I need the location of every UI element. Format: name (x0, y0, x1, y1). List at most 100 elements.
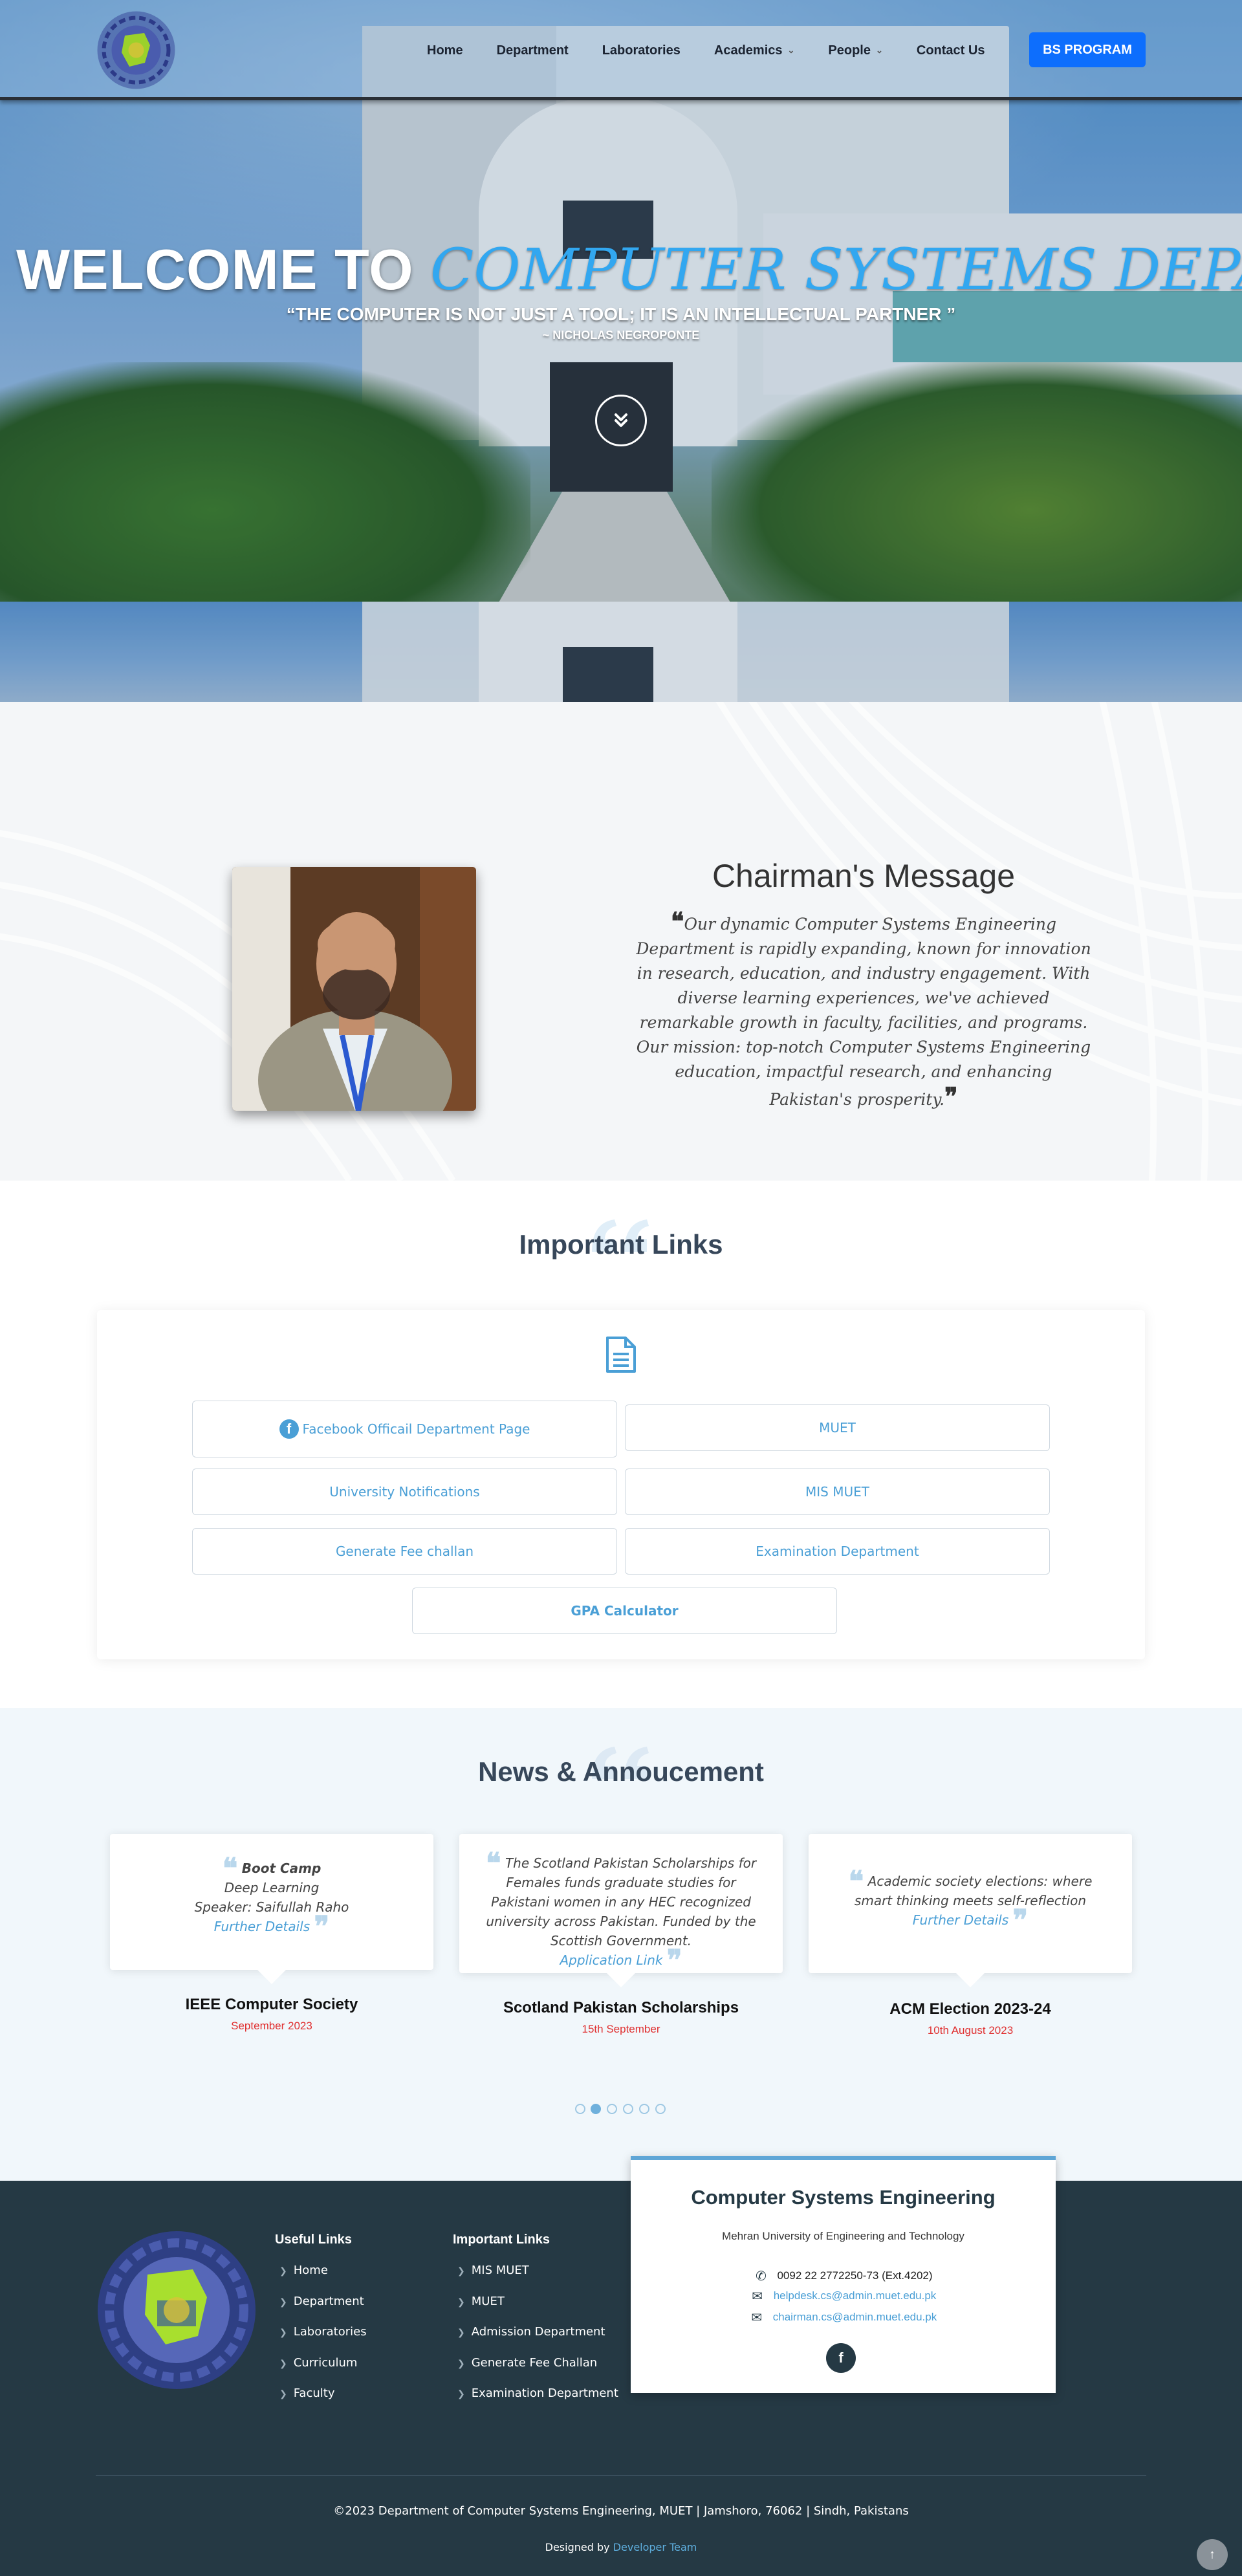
contact-email-helpdesk[interactable]: ✉ helpdesk.cs@admin.muet.edu.pk (631, 2289, 1056, 2304)
contact-title: Computer Systems Engineering (691, 2186, 996, 2209)
footer-link-curriculum[interactable]: ❯ Curriculum (279, 2356, 357, 2370)
chevron-down-icon: ⌄ (787, 45, 795, 55)
carousel-dot[interactable] (655, 2104, 666, 2114)
quote-open-icon: ❝ (671, 906, 684, 935)
news-card-title: IEEE Computer Society (185, 1996, 358, 2013)
footer-link-mis-muet[interactable]: ❯ MIS MUET (457, 2264, 529, 2277)
muet-logo[interactable] (96, 10, 177, 91)
news-section: News & Annoucement ❝ Boot Camp Deep Lear… (0, 1708, 1242, 2181)
footer-link-department[interactable]: ❯ Department (279, 2295, 364, 2308)
footer-link-home[interactable]: ❯ Home (279, 2264, 328, 2277)
carousel-dot[interactable] (575, 2104, 585, 2114)
chairman-message: ❝Our dynamic Computer Systems Engineerin… (636, 906, 1091, 1111)
chevron-right-icon: ❯ (279, 2328, 287, 2338)
footer-link-examination[interactable]: ❯ Examination Department (457, 2386, 618, 2400)
news-card-date: 15th September (582, 2023, 660, 2035)
chevron-right-icon: ❯ (457, 2389, 465, 2399)
gpa-calculator-link[interactable]: GPA Calculator (412, 1588, 837, 1634)
muet-link[interactable]: MUET (625, 1404, 1050, 1451)
developer-team-link[interactable]: Developer Team (613, 2541, 697, 2553)
important-links-title: Important Links (519, 1229, 723, 1260)
chevron-right-icon: ❯ (457, 2297, 465, 2308)
contact-subtitle: Mehran University of Engineering and Tec… (722, 2230, 964, 2242)
chevron-right-icon: ❯ (279, 2297, 287, 2308)
designed-by: Designed by Developer Team (545, 2541, 697, 2553)
news-card: ❝ The Scotland Pakistan Scholarships for… (459, 1834, 783, 1987)
scroll-down-button[interactable] (595, 395, 647, 446)
chevron-right-icon: ❯ (457, 2266, 465, 2276)
back-to-top-button[interactable]: ↑ (1197, 2539, 1228, 2570)
footer-link-fee-challan[interactable]: ❯ Generate Fee Challan (457, 2356, 597, 2370)
arrow-up-icon: ↑ (1209, 2547, 1215, 2562)
facebook-page-link[interactable]: f Facebook Officail Department Page (192, 1401, 617, 1457)
carousel-dot[interactable] (623, 2104, 633, 2114)
nav-academics[interactable]: Academics ⌄ (714, 43, 795, 58)
footer: Useful Links ❯ Home ❯ Department ❯ Laborato… (0, 2156, 1242, 2576)
application-link[interactable]: Application Link (560, 1952, 662, 1968)
chairman-section: Chairman's Message ❝Our dynamic Computer… (0, 702, 1242, 1181)
nav-people[interactable]: People ⌄ (828, 43, 882, 58)
contact-email-chairman[interactable]: ✉ chairman.cs@admin.muet.edu.pk (631, 2310, 1056, 2325)
useful-links-heading: Useful Links (275, 2232, 352, 2247)
bs-program-button[interactable]: BS PROGRAM (1029, 32, 1146, 67)
main-nav: Home Department Laboratories Academics ⌄ … (427, 32, 1018, 69)
footer-link-muet[interactable]: ❯ MUET (457, 2295, 505, 2308)
carousel-dot[interactable] (607, 2104, 617, 2114)
chevron-right-icon: ❯ (457, 2328, 465, 2338)
chevron-right-icon: ❯ (457, 2359, 465, 2369)
important-links-card: f Facebook Officail Department Page MUET … (97, 1310, 1145, 1659)
footer-divider (96, 2475, 1146, 2476)
news-card: ❝ Academic society elections: where smar… (809, 1834, 1132, 1987)
chevron-right-icon: ❯ (279, 2266, 287, 2276)
chevron-down-icon: ⌄ (875, 45, 883, 55)
muet-footer-logo (98, 2231, 256, 2389)
document-icon (606, 1337, 636, 1373)
quote-close-icon: ❞ (1012, 1904, 1029, 1937)
news-card-date: September 2023 (231, 2020, 312, 2032)
facebook-icon[interactable]: f (826, 2343, 856, 2373)
quote-close-icon: ❞ (944, 1082, 958, 1111)
hero-quote: “THE COMPUTER IS NOT JUST A TOOL; IT IS … (286, 304, 956, 324)
envelope-icon: ✉ (752, 2289, 763, 2304)
generate-fee-challan-link[interactable]: Generate Fee challan (192, 1528, 617, 1575)
nav-department[interactable]: Department (497, 43, 569, 58)
hero-title-accent: COMPUTER SYSTEMS DEPARTMENT (430, 236, 1242, 303)
phone-icon: ✆ (756, 2269, 767, 2284)
carousel-dot-active[interactable] (591, 2104, 601, 2114)
nav-laboratories[interactable]: Laboratories (602, 43, 681, 58)
quote-close-icon: ❞ (666, 1944, 682, 1977)
news-card-title: Scotland Pakistan Scholarships (503, 1999, 739, 2016)
chevron-right-icon: ❯ (279, 2389, 287, 2399)
footer-link-admission[interactable]: ❯ Admission Department (457, 2325, 605, 2339)
contact-phone: ✆ 0092 22 2772250-73 (Ext.4202) (631, 2269, 1056, 2284)
quote-open-icon: ❝ (485, 1847, 501, 1880)
contact-card: Computer Systems Engineering Mehran Univ… (631, 2156, 1056, 2393)
hero-quote-author: ~ NICHOLAS NEGROPONTE (542, 329, 700, 342)
university-notifications-link[interactable]: University Notifications (192, 1468, 617, 1515)
facebook-icon: f (279, 1419, 299, 1439)
news-card-date: 10th August 2023 (927, 2024, 1014, 2036)
chairman-title: Chairman's Message (712, 858, 1016, 894)
nav-contact-us[interactable]: Contact Us (917, 43, 985, 58)
footer-link-faculty[interactable]: ❯ Faculty (279, 2386, 334, 2400)
chevron-right-icon: ❯ (279, 2359, 287, 2369)
nav-home[interactable]: Home (427, 43, 463, 58)
further-details-link[interactable]: Further Details (214, 1919, 310, 1934)
chairman-photo (232, 867, 476, 1111)
navbar: Home Department Laboratories Academics ⌄ … (0, 0, 1242, 100)
mis-muet-link[interactable]: MIS MUET (625, 1468, 1050, 1515)
news-card-title: ACM Election 2023-24 (889, 2000, 1051, 2018)
footer-link-laboratories[interactable]: ❯ Laboratories (279, 2325, 367, 2339)
carousel-dot[interactable] (639, 2104, 649, 2114)
news-card: ❝ Boot Camp Deep Learning Speaker: Saifu… (110, 1834, 433, 1984)
news-title: News & Annoucement (478, 1756, 764, 1787)
hero-title: WELCOME TO COMPUTER SYSTEMS DEPARTMENT (16, 236, 1242, 303)
important-links-section: Important Links f Facebook Officail Depar… (0, 1181, 1242, 1708)
important-links-heading: Important Links (453, 2232, 550, 2247)
quote-close-icon: ❞ (314, 1910, 330, 1943)
further-details-link[interactable]: Further Details (913, 1912, 1008, 1928)
examination-department-link[interactable]: Examination Department (625, 1528, 1050, 1575)
copyright-text: ©2023 Department of Computer Systems Eng… (333, 2504, 909, 2518)
hero-section: Home Department Laboratories Academics ⌄ … (0, 0, 1242, 702)
envelope-icon: ✉ (751, 2310, 763, 2325)
